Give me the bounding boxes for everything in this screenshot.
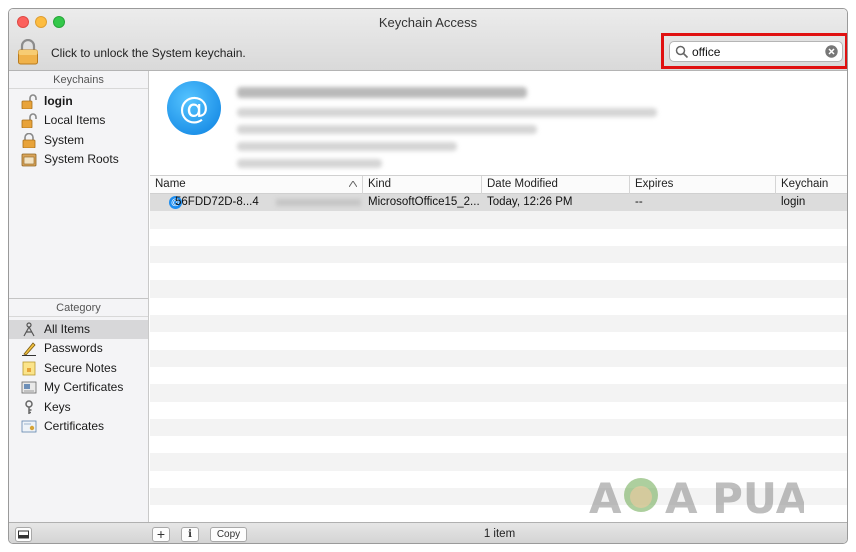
redacted-detail-line (237, 142, 457, 151)
keychains-list: login Local Items System System Roots (9, 89, 148, 170)
empty-row (150, 367, 847, 384)
redacted-detail-line (237, 159, 382, 168)
clear-search-icon[interactable] (825, 45, 838, 58)
certificate-icon (21, 381, 37, 394)
search-input[interactable] (692, 43, 818, 60)
empty-row (150, 418, 847, 437)
sidebar-item-label: Local Items (44, 113, 106, 128)
sidebar-toggle-icon (18, 530, 29, 539)
sidebar-item-certificates[interactable]: Certificates (9, 417, 148, 436)
empty-row (150, 315, 847, 333)
redacted-detail-line (237, 125, 537, 134)
sidebar-item-secure-notes[interactable]: Secure Notes (9, 359, 148, 378)
sidebar-item-local-items[interactable]: Local Items (9, 111, 148, 130)
empty-row (150, 332, 847, 349)
row-date-modified: Today, 12:26 PM (487, 196, 573, 208)
watermark-text: A PUALS (665, 474, 804, 523)
sidebar: Keychains login Local Items System Syste… (9, 71, 149, 522)
svg-text:A: A (589, 474, 622, 523)
empty-row (150, 211, 847, 229)
row-kind: MicrosoftOffice15_2... (368, 196, 480, 208)
sort-ascending-icon (349, 181, 357, 187)
row-keychain: login (781, 196, 806, 208)
lock-icon[interactable] (17, 39, 39, 65)
sidebar-item-label: Passwords (44, 341, 103, 356)
column-header-date-modified[interactable]: Date Modified (482, 176, 630, 194)
note-icon (22, 361, 36, 376)
sidebar-item-label: login (44, 94, 73, 108)
certificate-icon (21, 420, 37, 433)
sidebar-item-label: All Items (44, 322, 91, 336)
sidebar-item-label: System Roots (44, 152, 119, 167)
sidebar-item-label: Certificates (44, 418, 105, 433)
empty-row (150, 436, 847, 453)
item-detail-pane: @ (150, 71, 847, 175)
sidebar-item-label: My Certificates (44, 380, 124, 395)
appuals-watermark: A A PUALS (589, 474, 804, 523)
unlocked-padlock-icon (21, 113, 37, 129)
column-header-kind[interactable]: Kind (363, 176, 482, 194)
keychains-header: Keychains (9, 71, 148, 89)
sidebar-item-login[interactable]: login (9, 92, 148, 111)
toggle-sidebar-button[interactable] (15, 527, 32, 542)
sidebar-item-passwords[interactable]: Passwords (9, 339, 148, 358)
sidebar-item-all-items[interactable]: All Items (9, 320, 148, 340)
redacted-name-suffix (276, 199, 361, 206)
empty-row (150, 384, 847, 402)
sidebar-item-label: Keys (44, 399, 71, 414)
redacted-item-title (237, 87, 527, 98)
empty-row (150, 280, 847, 298)
table-row[interactable]: @ 56FDD72D-8...4 MicrosoftOffice15_2... … (150, 194, 847, 212)
pen-icon (22, 342, 36, 357)
empty-row (150, 245, 847, 264)
column-header-name[interactable]: Name (150, 176, 363, 194)
table-header: Name Kind Date Modified Expires Keychain (150, 175, 847, 194)
unlocked-padlock-icon (21, 94, 37, 109)
sidebar-item-label: System (44, 132, 85, 147)
empty-row (150, 298, 847, 315)
row-expires: -- (635, 196, 643, 208)
category-list: All Items Passwords Secure Notes My Cert… (9, 317, 148, 436)
search-icon (675, 45, 689, 59)
column-header-expires[interactable]: Expires (630, 176, 776, 194)
locked-padlock-icon (22, 132, 36, 148)
keychain-access-window: Keychain Access Click to unlock the Syst… (8, 8, 848, 544)
empty-row (150, 229, 847, 246)
sidebar-item-my-certificates[interactable]: My Certificates (9, 378, 148, 397)
window-title: Keychain Access (378, 15, 478, 30)
svg-text:@: @ (179, 91, 209, 126)
all-items-icon (23, 322, 35, 337)
category-section: Category All Items Passwords Secure Note… (9, 298, 148, 436)
redacted-detail-line (237, 108, 657, 117)
unlock-keychain-text[interactable]: Click to unlock the System keychain. (51, 46, 246, 60)
sidebar-item-system[interactable]: System (9, 131, 148, 150)
window-toolbar: Keychain Access Click to unlock the Syst… (9, 9, 847, 71)
sidebar-item-label: Secure Notes (44, 360, 117, 375)
empty-row (150, 402, 847, 419)
sidebar-item-keys[interactable]: Keys (9, 398, 148, 417)
empty-row (150, 349, 847, 367)
item-count: 1 item (483, 528, 516, 540)
cabinet-icon (21, 153, 37, 167)
column-header-keychain[interactable]: Keychain (776, 176, 847, 194)
bottom-bar: + i Copy 1 item (9, 522, 847, 543)
key-icon (25, 399, 33, 414)
internet-password-icon: @ (167, 81, 221, 135)
sidebar-item-system-roots[interactable]: System Roots (9, 150, 148, 169)
category-header: Category (9, 299, 148, 317)
search-field[interactable] (669, 41, 843, 62)
empty-row (150, 263, 847, 280)
